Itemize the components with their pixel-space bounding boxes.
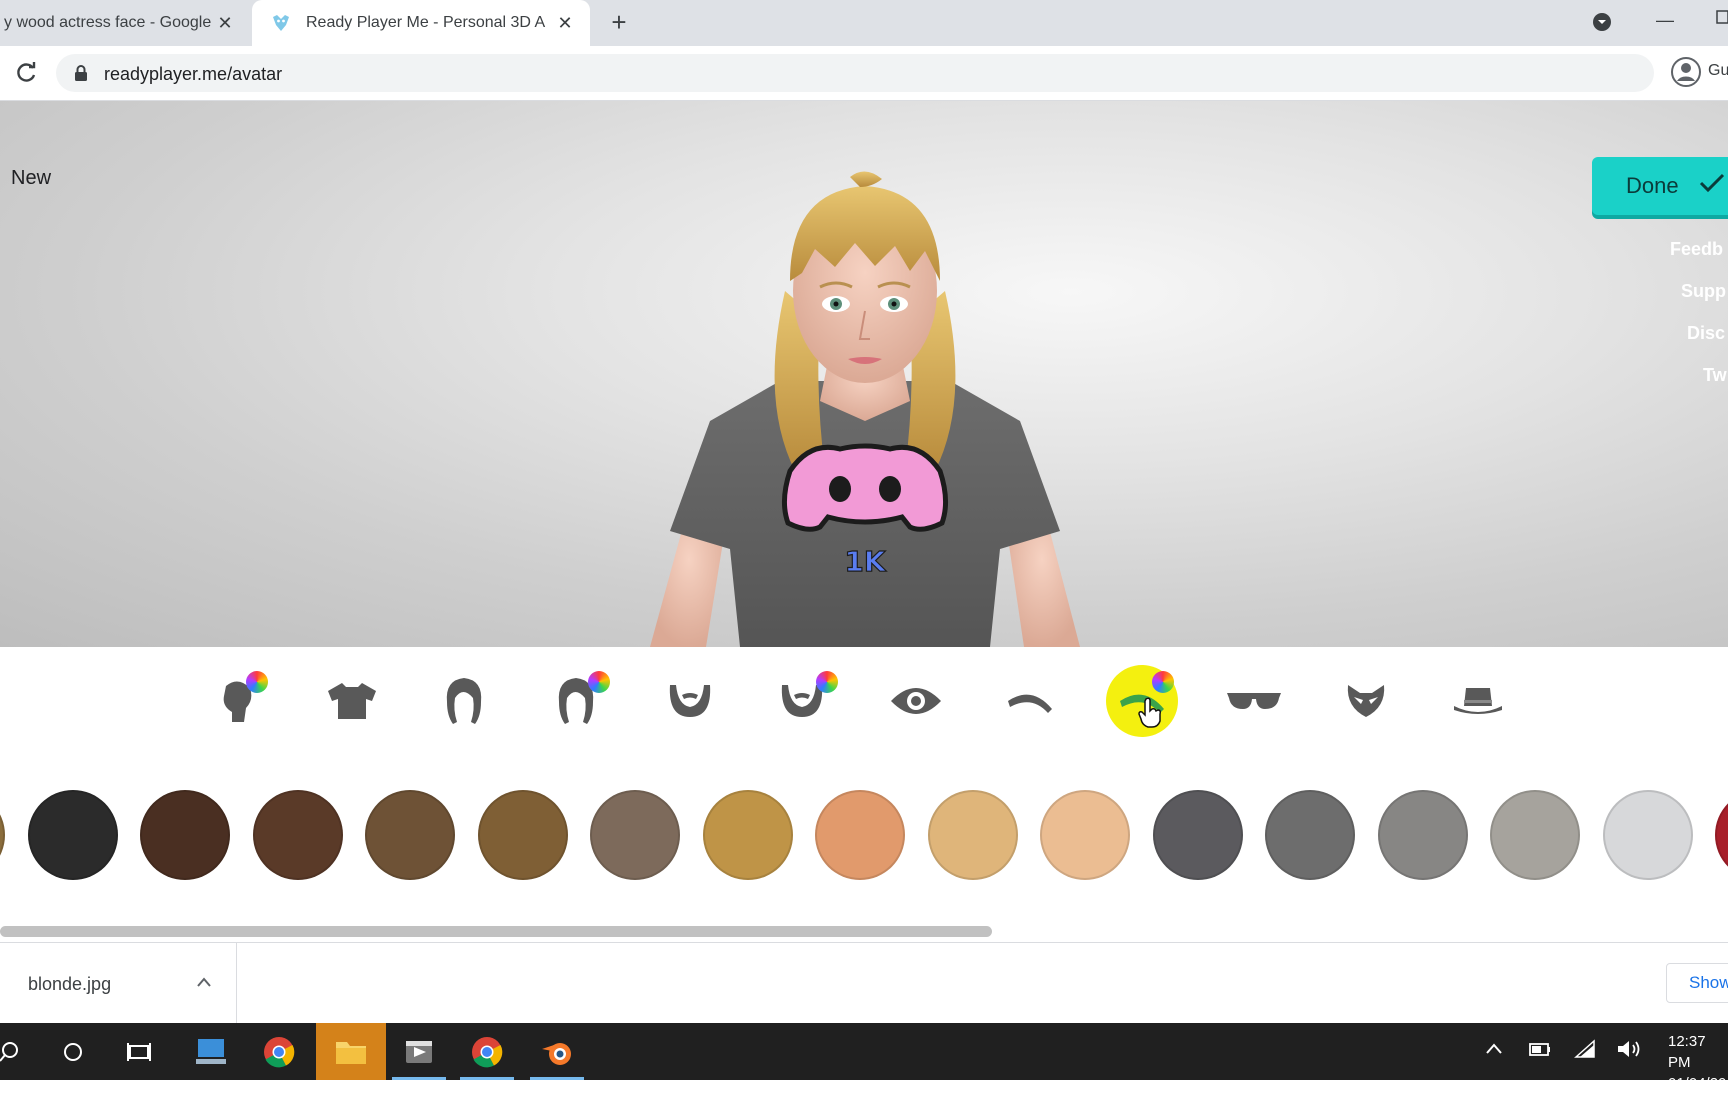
hair-icon <box>446 678 482 724</box>
this-pc-icon[interactable] <box>190 1031 232 1073</box>
color-swatch[interactable] <box>1490 790 1580 880</box>
minimize-icon[interactable]: — <box>1656 10 1674 31</box>
volume-icon[interactable] <box>1616 1039 1642 1064</box>
category-facemask[interactable] <box>1330 665 1402 737</box>
tab-strip: y wood actress face - Google ✕ Ready Pla… <box>0 0 1728 46</box>
chevron-up-icon[interactable] <box>1484 1039 1504 1064</box>
browser-toolbar: readyplayer.me/avatar Gu <box>0 46 1728 101</box>
video-editor-icon[interactable] <box>398 1031 440 1073</box>
category-bar <box>0 647 1728 757</box>
tab-search-icon[interactable] <box>1592 12 1612 37</box>
close-icon[interactable]: ✕ <box>214 12 236 34</box>
shirt-text: 1K <box>844 545 886 578</box>
discord-link[interactable]: Disc <box>1677 319 1728 347</box>
feedback-link[interactable]: Feedb <box>1660 235 1728 263</box>
clock-date: 01/04/20 <box>1668 1075 1727 1092</box>
reload-icon[interactable] <box>12 59 40 87</box>
avatar-viewport[interactable]: New Done Feedb Supp Disc Tw 1K <box>0 101 1728 647</box>
category-eyebrow-color[interactable] <box>1106 665 1178 737</box>
wifi-icon[interactable] <box>1574 1039 1598 1064</box>
color-wheel-icon <box>588 671 610 693</box>
category-hair[interactable] <box>428 665 500 737</box>
readyplayerme-favicon-icon <box>270 12 292 34</box>
color-swatch[interactable] <box>1715 790 1728 880</box>
profile-avatar-icon[interactable] <box>1670 56 1702 88</box>
color-swatch[interactable] <box>1040 790 1130 880</box>
tab-title: Ready Player Me - Personal 3D A <box>306 14 546 31</box>
maximize-icon[interactable] <box>1716 10 1728 29</box>
color-swatch[interactable] <box>1152 790 1243 880</box>
battery-icon[interactable] <box>1528 1039 1552 1064</box>
profile-label[interactable]: Gu <box>1708 62 1728 80</box>
category-face-color[interactable] <box>202 665 274 737</box>
tab-title: y wood actress face - Google <box>4 14 212 31</box>
hat-icon <box>1454 688 1502 714</box>
category-hat[interactable] <box>1442 665 1514 737</box>
windows-taskbar: 12:37 PM 01/04/20 <box>0 1023 1728 1092</box>
checkmark-icon <box>1699 172 1725 200</box>
category-outfit[interactable] <box>316 665 388 737</box>
category-glasses[interactable] <box>1218 665 1290 737</box>
hand-cursor-icon <box>1138 697 1161 728</box>
color-swatch[interactable] <box>815 790 905 880</box>
chrome-icon[interactable] <box>466 1031 508 1073</box>
eyebrow-icon <box>1008 694 1052 713</box>
new-tab-button[interactable]: + <box>606 9 632 36</box>
chevron-up-icon[interactable] <box>196 975 212 993</box>
download-file-name: blonde.jpg <box>28 974 112 994</box>
blender-icon[interactable] <box>536 1031 578 1073</box>
download-item[interactable]: blonde.jpg <box>0 943 237 1023</box>
tab-ready-player-me[interactable]: Ready Player Me - Personal 3D A ✕ <box>252 0 590 46</box>
outfit-icon <box>328 683 376 719</box>
url-text: readyplayer.me/avatar <box>104 64 283 84</box>
color-wheel-icon <box>1152 671 1174 693</box>
color-swatch[interactable] <box>590 790 680 880</box>
done-label: Done <box>1626 173 1679 198</box>
color-swatch-row <box>0 757 1728 915</box>
search-icon[interactable] <box>0 1031 30 1073</box>
color-swatch[interactable] <box>140 790 230 880</box>
color-wheel-icon <box>816 671 838 693</box>
beard-icon <box>669 685 711 717</box>
color-swatch[interactable] <box>0 790 5 880</box>
glasses-icon <box>1227 693 1281 709</box>
system-clock[interactable]: 12:37 PM 01/04/20 <box>1668 1031 1728 1094</box>
download-bar: blonde.jpg Show <box>0 942 1728 1023</box>
avatar-model[interactable]: 1K <box>610 171 1120 647</box>
eye-icon <box>891 688 941 714</box>
color-swatch[interactable] <box>477 790 568 880</box>
color-swatch[interactable] <box>927 790 1018 880</box>
support-link[interactable]: Supp <box>1671 277 1728 305</box>
category-beard-color[interactable] <box>766 665 838 737</box>
color-swatch[interactable] <box>1602 790 1693 880</box>
color-swatch[interactable] <box>702 790 793 880</box>
category-eyebrows[interactable] <box>994 665 1066 737</box>
color-swatch[interactable] <box>1377 790 1468 880</box>
close-icon[interactable]: ✕ <box>554 12 576 34</box>
task-view-icon[interactable] <box>118 1031 160 1073</box>
twitter-link[interactable]: Tw <box>1693 361 1728 389</box>
show-all-button[interactable]: Show <box>1666 963 1728 1003</box>
category-hair-color[interactable] <box>540 665 612 737</box>
chrome-icon[interactable] <box>258 1031 300 1073</box>
color-swatch[interactable] <box>365 790 455 880</box>
address-bar[interactable]: readyplayer.me/avatar <box>56 54 1654 92</box>
category-eyes[interactable] <box>880 665 952 737</box>
facemask-icon <box>1347 685 1385 717</box>
horizontal-scrollbar[interactable] <box>0 926 992 937</box>
done-button[interactable]: Done <box>1592 157 1728 215</box>
color-swatch[interactable] <box>27 790 118 880</box>
category-beard[interactable] <box>654 665 726 737</box>
color-swatch[interactable] <box>252 790 343 880</box>
clock-time: 12:37 PM <box>1668 1033 1706 1071</box>
cortana-icon[interactable] <box>52 1031 94 1073</box>
new-avatar-link[interactable]: New <box>11 167 51 190</box>
color-wheel-icon <box>246 671 268 693</box>
tab-google-search[interactable]: y wood actress face - Google ✕ <box>0 0 250 46</box>
file-explorer-icon[interactable] <box>330 1031 372 1073</box>
color-swatch[interactable] <box>1265 790 1355 880</box>
lock-icon <box>74 65 88 86</box>
